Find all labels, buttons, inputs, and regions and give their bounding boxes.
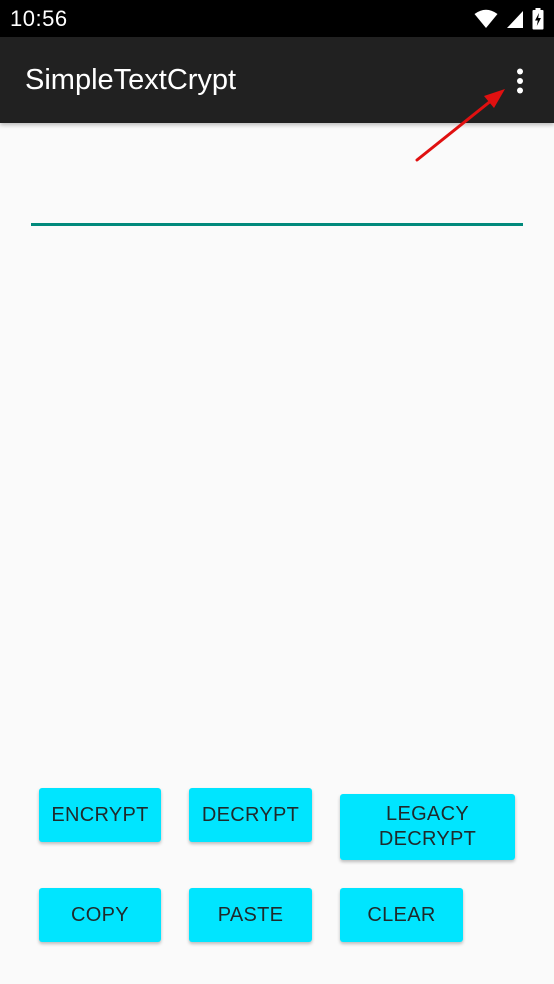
- decrypt-button-label: DECRYPT: [201, 803, 300, 826]
- encrypt-button-label: ENCRYPT: [51, 803, 149, 826]
- status-bar: 10:56: [0, 0, 554, 37]
- status-time: 10:56: [10, 6, 68, 31]
- decrypt-button[interactable]: DECRYPT: [189, 788, 312, 842]
- encrypt-button[interactable]: ENCRYPT: [39, 788, 161, 842]
- app-bar: SimpleTextCrypt: [0, 37, 554, 123]
- cellular-signal-icon: [507, 11, 523, 28]
- legacy-decrypt-button[interactable]: LEGACY DECRYPT: [340, 794, 515, 860]
- legacy-decrypt-label-line1: LEGACY: [386, 803, 469, 825]
- paste-button[interactable]: PASTE: [189, 888, 312, 942]
- copy-button[interactable]: COPY: [39, 888, 161, 942]
- clear-button[interactable]: CLEAR: [340, 888, 463, 942]
- overflow-menu-button[interactable]: [500, 57, 540, 105]
- clear-button-label: CLEAR: [367, 903, 436, 926]
- crypt-text-input[interactable]: [31, 150, 523, 226]
- battery-charging-icon: [532, 8, 544, 30]
- copy-button-label: COPY: [71, 903, 129, 926]
- paste-button-label: PASTE: [217, 903, 284, 926]
- wifi-icon: [474, 9, 498, 28]
- legacy-decrypt-label-line2: DECRYPT: [378, 828, 477, 850]
- app-title: SimpleTextCrypt: [25, 64, 237, 96]
- more-vert-icon: [517, 68, 523, 94]
- status-icons: [474, 8, 544, 30]
